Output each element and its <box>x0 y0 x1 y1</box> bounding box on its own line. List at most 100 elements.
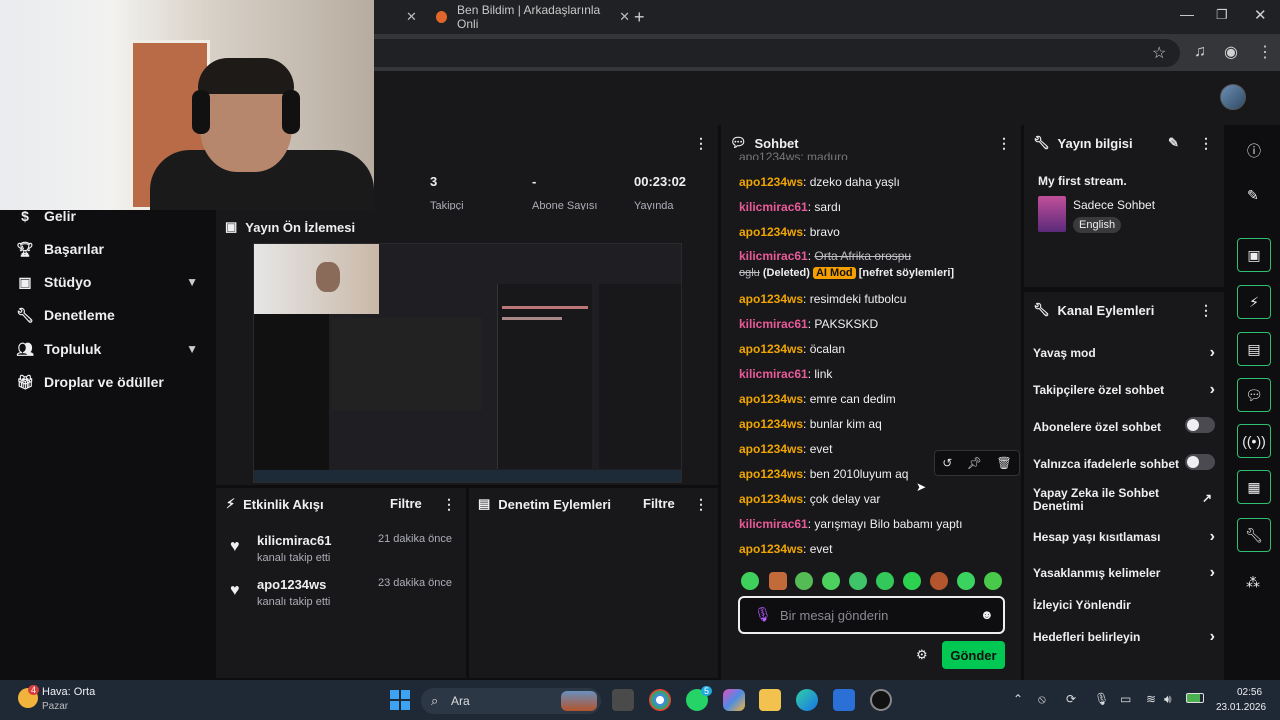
display-icon[interactable]: ▭ <box>1120 692 1131 706</box>
clock-date[interactable]: 23.01.2026 <box>1216 702 1266 713</box>
chrome-menu-icon[interactable]: ⋮ <box>1257 42 1273 62</box>
close-tab-icon[interactable]: ✕ <box>619 9 630 25</box>
emote-icon[interactable] <box>957 572 975 590</box>
wifi-icon[interactable]: ≋ <box>1146 692 1156 706</box>
chat-username[interactable]: apo1234ws <box>739 342 803 356</box>
emote-icon[interactable] <box>795 572 813 590</box>
close-tab-icon[interactable]: ✕ <box>406 9 417 25</box>
microphone-icon[interactable]: 🎙︎ <box>754 606 772 623</box>
chat-username[interactable]: apo1234ws <box>739 225 803 239</box>
chat-menu-icon[interactable]: ⋮ <box>997 135 1011 152</box>
rail-activity-button[interactable]: ⚡︎ <box>1237 285 1271 319</box>
edit-icon[interactable]: ✎ <box>1247 187 1259 204</box>
emote-icon[interactable] <box>930 572 948 590</box>
stats-menu-icon[interactable]: ⋮ <box>694 135 708 152</box>
bookmark-star-icon[interactable]: ☆ <box>1152 43 1166 63</box>
chat-username[interactable]: kilicmirac61 <box>739 317 808 331</box>
action-raid[interactable]: İzleyici Yönlendir <box>1033 598 1215 612</box>
stream-category[interactable]: Sadece Sohbet <box>1073 198 1155 212</box>
restore-icon[interactable]: ❐ <box>1216 7 1228 23</box>
chat-username[interactable]: apo1234ws <box>739 292 803 306</box>
emote-icon[interactable] <box>903 572 921 590</box>
rail-stream-info-button[interactable]: ▦ <box>1237 470 1271 504</box>
pin-icon[interactable]: 📌︎ <box>967 456 982 470</box>
microphone-tray-icon[interactable]: 🎙︎ <box>1094 692 1109 706</box>
rail-channel-actions-button[interactable]: 🔧︎ <box>1237 518 1271 552</box>
nav-item-topluluk[interactable]: 👥︎ Topluluk ▼ <box>16 337 206 361</box>
activity-filter-button[interactable]: Filtre <box>390 496 422 511</box>
sync-icon[interactable]: ⟳ <box>1066 692 1076 706</box>
chat-username[interactable]: kilicmirac61 <box>739 367 808 381</box>
file-explorer-icon[interactable] <box>759 689 781 711</box>
weather-title[interactable]: Hava: Orta <box>42 686 95 698</box>
emote-icon[interactable] <box>984 572 1002 590</box>
chat-message-hovered[interactable]: apo1234ws: ben 2010luyum aq <box>739 467 908 481</box>
profile-icon[interactable]: ◉ <box>1224 42 1238 62</box>
store-icon[interactable] <box>833 689 855 711</box>
rail-moderation-button[interactable]: ▤ <box>1237 332 1271 366</box>
action-ai-moderation[interactable]: Yapay Zeka ile Sohbet Denetimi <box>1033 487 1183 513</box>
media-control-icon[interactable]: ♫ <box>1194 43 1206 61</box>
emote-icon[interactable] <box>741 572 759 590</box>
emote-icon[interactable] <box>876 572 894 590</box>
start-button[interactable] <box>390 690 410 710</box>
stream-preview-video[interactable] <box>253 243 682 483</box>
activity-menu-icon[interactable]: ⋮ <box>442 496 456 513</box>
volume-icon[interactable]: 🔊︎ <box>1164 692 1172 707</box>
rail-preview-button[interactable]: ▣ <box>1237 238 1271 272</box>
edit-pencil-icon[interactable]: ✎ <box>1168 135 1179 151</box>
address-bar[interactable] <box>360 39 1180 67</box>
chat-username[interactable]: kilicmirac61 <box>739 517 808 531</box>
minimize-icon[interactable]: — <box>1180 6 1194 22</box>
add-widget-icon[interactable]: ⁂ <box>1246 574 1260 591</box>
tray-overflow-icon[interactable]: ⌃ <box>1013 692 1023 706</box>
action-account-age[interactable]: Hesap yaşı kısıtlaması › <box>1033 528 1215 545</box>
chevron-down-icon[interactable]: ▼ <box>186 275 198 289</box>
chat-username[interactable]: kilicmirac61 <box>739 200 808 214</box>
emote-only-toggle[interactable] <box>1185 454 1215 470</box>
chat-username[interactable]: apo1234ws <box>739 442 803 456</box>
undo-icon[interactable]: ↺ <box>942 456 952 470</box>
tray-app-icon[interactable]: ⦸ <box>1038 692 1046 707</box>
chat-username[interactable]: apo1234ws <box>739 417 803 431</box>
chat-username[interactable]: kilicmirac61 <box>739 249 808 263</box>
nav-item-droplar[interactable]: 🎁︎ Droplar ve ödüller <box>16 370 206 394</box>
emoji-picker-icon[interactable]: ☻ <box>980 607 994 622</box>
nav-item-denetleme[interactable]: 🔧︎ Denetleme <box>16 303 206 327</box>
emote-icon[interactable] <box>849 572 867 590</box>
info-icon[interactable]: ⓘ <box>1247 141 1261 161</box>
chat-username[interactable]: apo1234ws <box>739 175 803 189</box>
obs-icon[interactable] <box>870 689 892 711</box>
moderation-menu-icon[interactable]: ⋮ <box>694 496 708 513</box>
chat-input[interactable]: 🎙︎ Bir mesaj gönderin ☻ <box>738 596 1005 634</box>
rail-broadcast-button[interactable]: ((•)) <box>1237 424 1271 458</box>
send-button[interactable]: Gönder <box>942 641 1005 669</box>
chat-username[interactable]: apo1234ws <box>739 467 803 481</box>
battery-icon[interactable] <box>1186 693 1204 703</box>
external-link-icon[interactable]: ↗ <box>1202 491 1212 505</box>
new-tab-icon[interactable]: + <box>634 7 645 28</box>
clock-time[interactable]: 02:56 <box>1237 687 1262 698</box>
action-set-goals[interactable]: Hedefleri belirleyin › <box>1033 628 1215 645</box>
nav-item-basarilar[interactable]: 🏆︎ Başarılar <box>16 237 206 261</box>
rail-chat-button[interactable]: 💬︎ <box>1237 378 1271 412</box>
browser-tab-1[interactable]: ✕ <box>380 0 426 34</box>
emote-icon[interactable] <box>822 572 840 590</box>
edge-icon[interactable] <box>796 689 818 711</box>
chat-settings-gear-icon[interactable]: ⚙ <box>916 647 928 663</box>
subscribers-only-toggle[interactable] <box>1185 417 1215 433</box>
action-followers-only[interactable]: Takipçilere özel sohbet › <box>1033 381 1215 398</box>
moderation-filter-button[interactable]: Filtre <box>643 496 675 511</box>
stream-info-menu-icon[interactable]: ⋮ <box>1199 135 1213 152</box>
chat-username[interactable]: apo1234ws <box>739 492 803 506</box>
action-slow-mode[interactable]: Yavaş mod › <box>1033 344 1215 361</box>
nav-item-studyo[interactable]: ▣ Stüdyo ▼ <box>16 270 206 294</box>
category-thumbnail[interactable] <box>1038 196 1066 232</box>
chat-username[interactable]: apo1234ws <box>739 392 803 406</box>
close-window-icon[interactable]: ✕ <box>1254 6 1267 24</box>
channel-actions-menu-icon[interactable]: ⋮ <box>1199 302 1213 319</box>
taskview-icon[interactable] <box>612 689 634 711</box>
trash-icon[interactable]: 🗑︎ <box>997 456 1012 470</box>
chat-username[interactable]: apo1234ws <box>739 542 803 556</box>
action-banned-words[interactable]: Yasaklanmış kelimeler › <box>1033 564 1215 581</box>
